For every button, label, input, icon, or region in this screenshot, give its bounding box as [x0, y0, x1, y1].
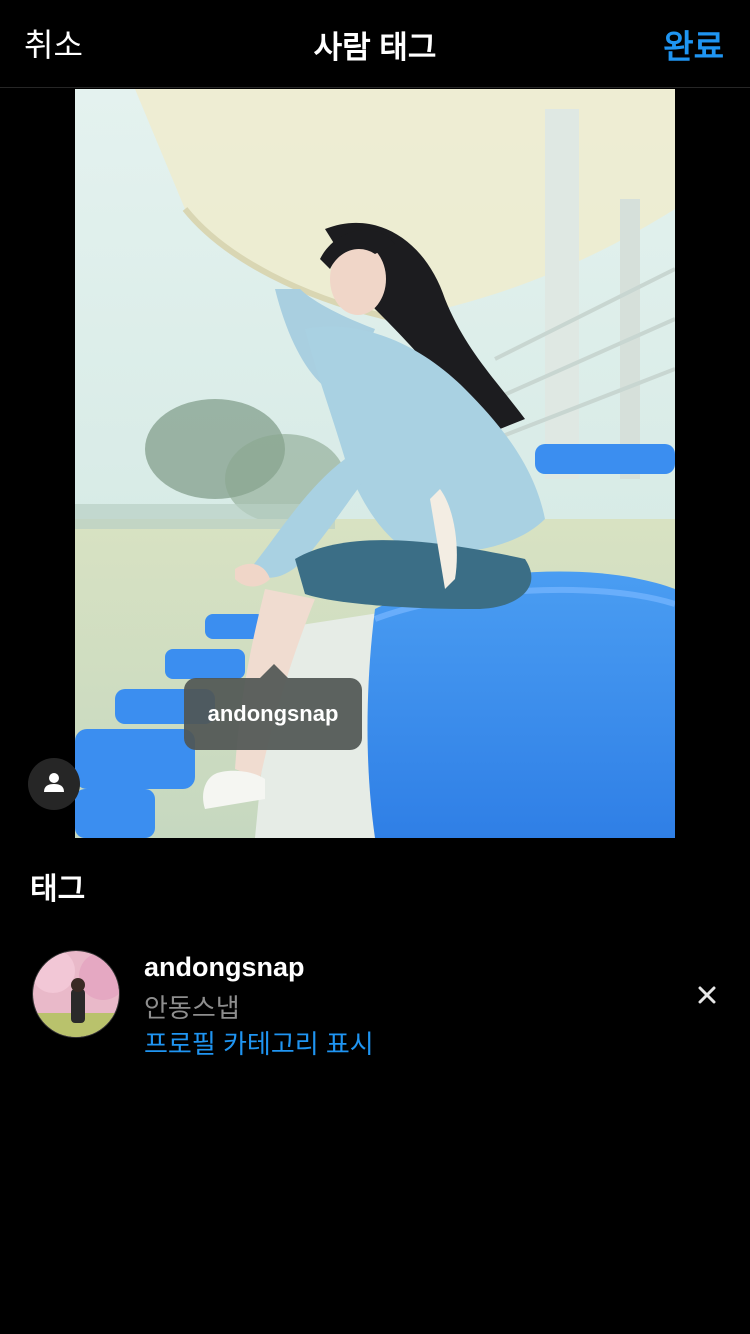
photo-tag-bubble[interactable]: andongsnap: [184, 664, 362, 750]
tag-list-item[interactable]: andongsnap 안동스냅 프로필 카테고리 표시: [0, 940, 750, 1060]
tag-username: andongsnap: [144, 952, 305, 982]
person-icon: [43, 771, 65, 798]
avatar[interactable]: [32, 950, 120, 1038]
photo-canvas[interactable]: andongsnap: [75, 89, 675, 838]
tags-section-title: 태그: [30, 873, 86, 906]
close-icon: [698, 979, 716, 1011]
page-title: 사람 태그: [313, 30, 437, 65]
remove-tag-button[interactable]: [690, 978, 724, 1012]
tag-full-name: 안동스냅: [144, 993, 240, 1023]
photo-image: [75, 89, 675, 838]
top-nav-bar: 취소 사람 태그 완료: [0, 0, 750, 88]
show-profile-category-link[interactable]: 프로필 카테고리 표시: [144, 1024, 374, 1061]
done-button[interactable]: 완료: [663, 20, 724, 68]
tagged-people-toggle-button[interactable]: [28, 758, 80, 810]
